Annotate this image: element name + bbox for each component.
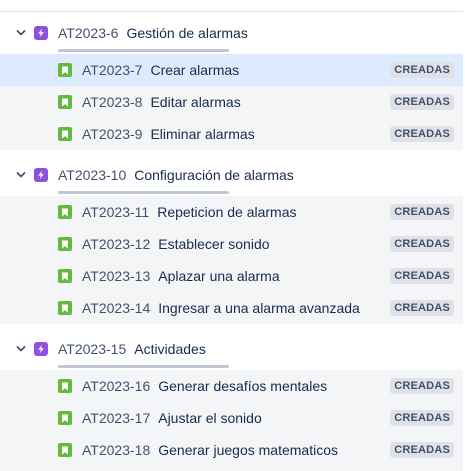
story-title: Editar alarmas xyxy=(150,94,241,110)
epic-group: AT2023-15 Actividades AT2023-16 Generar … xyxy=(0,328,463,466)
epic-progress-bar xyxy=(58,365,229,368)
story-key[interactable]: AT2023-13 xyxy=(82,268,150,284)
story-title: Generar desafíos mentales xyxy=(158,378,328,394)
story-bookmark-icon xyxy=(58,205,72,219)
status-badge[interactable]: CREADAS xyxy=(390,410,454,426)
story-row[interactable]: AT2023-18 Generar juegos matematicos CRE… xyxy=(0,434,463,466)
epic-title: Gestión de alarmas xyxy=(126,25,248,41)
story-row[interactable]: AT2023-7 Crear alarmas CREADAS xyxy=(0,54,463,86)
story-bookmark-icon xyxy=(58,237,72,251)
story-row[interactable]: AT2023-16 Generar desafíos mentales CREA… xyxy=(0,370,463,402)
story-bookmark-icon xyxy=(58,379,72,393)
story-bookmark-icon xyxy=(58,63,72,77)
status-badge[interactable]: CREADAS xyxy=(390,300,454,316)
epic-header[interactable]: AT2023-10 Configuración de alarmas xyxy=(0,154,463,196)
story-bookmark-icon xyxy=(58,411,72,425)
story-row[interactable]: AT2023-12 Establecer sonido CREADAS xyxy=(0,228,463,260)
epic-key[interactable]: AT2023-6 xyxy=(58,25,118,41)
epic-lightning-icon xyxy=(34,26,48,40)
status-badge[interactable]: CREADAS xyxy=(390,378,454,394)
epic-header[interactable]: AT2023-6 Gestión de alarmas xyxy=(0,12,463,54)
status-badge[interactable]: CREADAS xyxy=(390,62,454,78)
story-key[interactable]: AT2023-8 xyxy=(82,94,142,110)
epic-lightning-icon xyxy=(34,342,48,356)
story-row[interactable]: AT2023-13 Aplazar una alarma CREADAS xyxy=(0,260,463,292)
story-title: Establecer sonido xyxy=(158,236,270,252)
epic-header[interactable]: AT2023-15 Actividades xyxy=(0,328,463,370)
epic-group: AT2023-10 Configuración de alarmas AT202… xyxy=(0,154,463,324)
story-key[interactable]: AT2023-16 xyxy=(82,378,150,394)
story-bookmark-icon xyxy=(58,269,72,283)
story-key[interactable]: AT2023-14 xyxy=(82,300,150,316)
story-row[interactable]: AT2023-11 Repeticion de alarmas CREADAS xyxy=(0,196,463,228)
story-key[interactable]: AT2023-17 xyxy=(82,410,150,426)
epic-progress-bar xyxy=(58,49,229,52)
chevron-down-icon[interactable] xyxy=(16,344,26,354)
list-top-border xyxy=(0,0,463,12)
story-row[interactable]: AT2023-17 Ajustar el sonido CREADAS xyxy=(0,402,463,434)
story-title: Eliminar alarmas xyxy=(150,126,255,142)
status-badge[interactable]: CREADAS xyxy=(390,94,454,110)
epic-lightning-icon xyxy=(34,168,48,182)
story-row[interactable]: AT2023-14 Ingresar a una alarma avanzada… xyxy=(0,292,463,324)
story-row[interactable]: AT2023-9 Eliminar alarmas CREADAS xyxy=(0,118,463,150)
story-title: Generar juegos matematicos xyxy=(158,442,338,458)
story-key[interactable]: AT2023-9 xyxy=(82,126,142,142)
status-badge[interactable]: CREADAS xyxy=(390,204,454,220)
story-row[interactable]: AT2023-8 Editar alarmas CREADAS xyxy=(0,86,463,118)
chevron-down-icon[interactable] xyxy=(16,170,26,180)
story-bookmark-icon xyxy=(58,127,72,141)
epic-title: Configuración de alarmas xyxy=(134,167,294,183)
story-bookmark-icon xyxy=(58,443,72,457)
story-title: Crear alarmas xyxy=(150,62,240,78)
epic-key[interactable]: AT2023-10 xyxy=(58,167,126,183)
story-key[interactable]: AT2023-11 xyxy=(82,204,149,220)
epic-title: Actividades xyxy=(134,341,206,357)
backlog-list: AT2023-6 Gestión de alarmas AT2023-7 Cre… xyxy=(0,0,463,471)
epic-group: AT2023-6 Gestión de alarmas AT2023-7 Cre… xyxy=(0,12,463,150)
story-title: Ajustar el sonido xyxy=(158,410,262,426)
epic-progress-bar xyxy=(58,191,229,194)
story-bookmark-icon xyxy=(58,95,72,109)
status-badge[interactable]: CREADAS xyxy=(390,236,454,252)
story-key[interactable]: AT2023-12 xyxy=(82,236,150,252)
status-badge[interactable]: CREADAS xyxy=(390,442,454,458)
epic-key[interactable]: AT2023-15 xyxy=(58,341,126,357)
story-key[interactable]: AT2023-7 xyxy=(82,62,142,78)
story-title: Repeticion de alarmas xyxy=(157,204,297,220)
story-title: Aplazar una alarma xyxy=(158,268,280,284)
status-badge[interactable]: CREADAS xyxy=(390,268,454,284)
status-badge[interactable]: CREADAS xyxy=(390,126,454,142)
story-key[interactable]: AT2023-18 xyxy=(82,442,150,458)
story-title: Ingresar a una alarma avanzada xyxy=(158,300,360,316)
chevron-down-icon[interactable] xyxy=(16,28,26,38)
story-bookmark-icon xyxy=(58,301,72,315)
